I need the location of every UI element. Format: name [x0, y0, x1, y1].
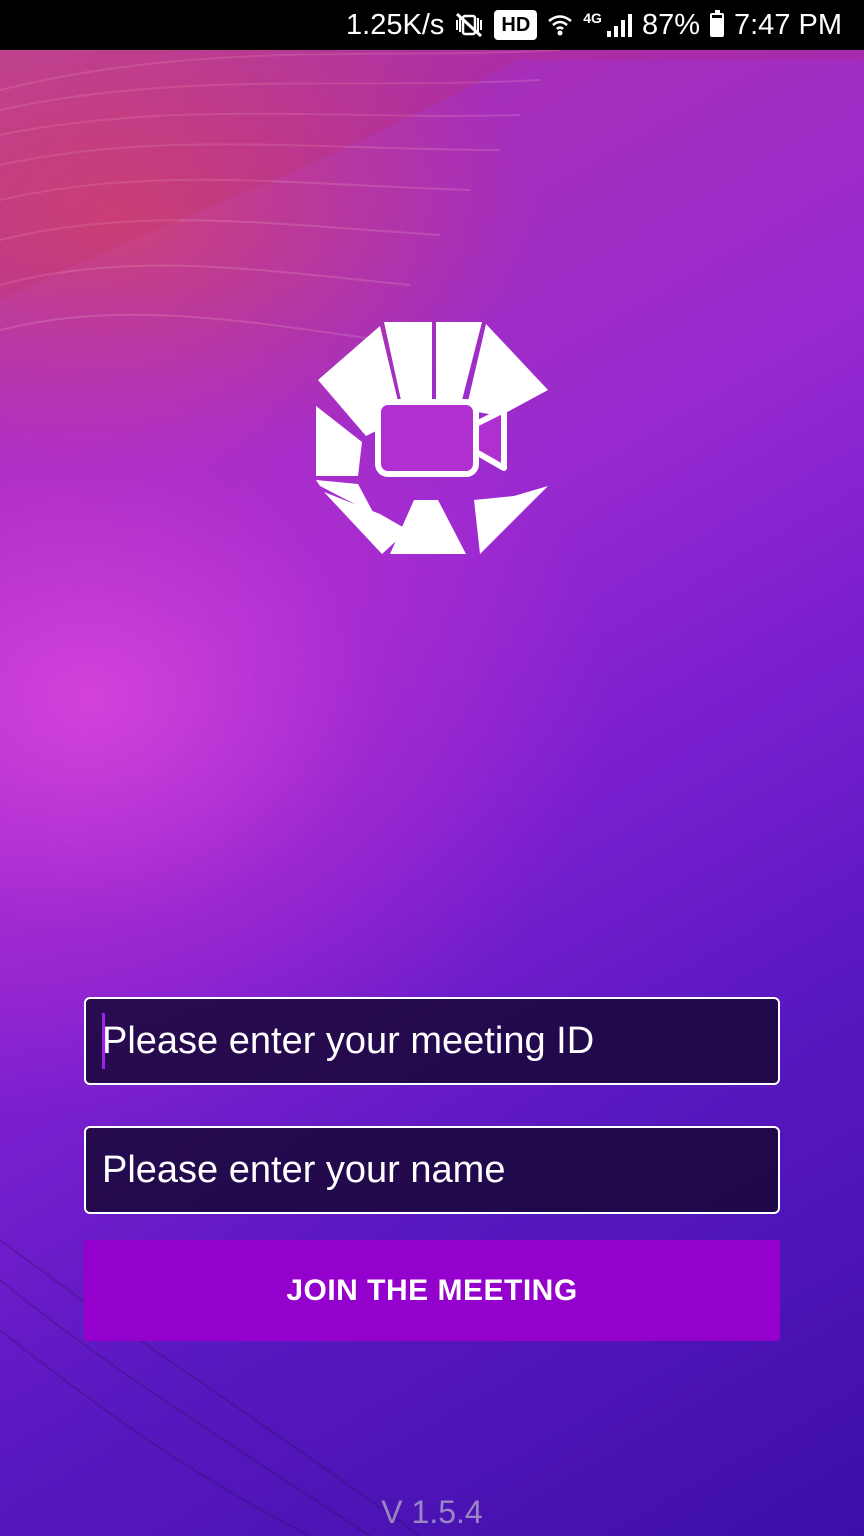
battery-fill	[712, 17, 722, 35]
signal-icon	[606, 13, 632, 37]
name-input[interactable]	[86, 1128, 778, 1212]
app-logo	[316, 322, 548, 554]
join-meeting-button[interactable]: JOIN THE MEETING	[84, 1240, 780, 1341]
app-version: V 1.5.4	[381, 1494, 483, 1530]
app-screen: 1.25K/s HD 4G 87% 7:47 PM Please enter y…	[0, 0, 864, 1536]
net-speed: 1.25K/s	[346, 8, 445, 41]
hd-badge: HD	[494, 10, 538, 40]
network-type: 4G	[583, 10, 602, 26]
status-bar: 1.25K/s HD 4G 87% 7:47 PM	[0, 0, 864, 50]
mute-vibrate-icon	[454, 11, 484, 39]
name-field[interactable]	[84, 1126, 780, 1214]
clock: 7:47 PM	[734, 8, 842, 41]
battery-icon	[710, 10, 724, 37]
text-cursor	[102, 1013, 105, 1069]
battery-percent: 87%	[641, 8, 700, 41]
meeting-id-field[interactable]	[84, 997, 780, 1085]
meeting-id-input[interactable]	[86, 999, 778, 1083]
wifi-icon	[547, 12, 573, 38]
